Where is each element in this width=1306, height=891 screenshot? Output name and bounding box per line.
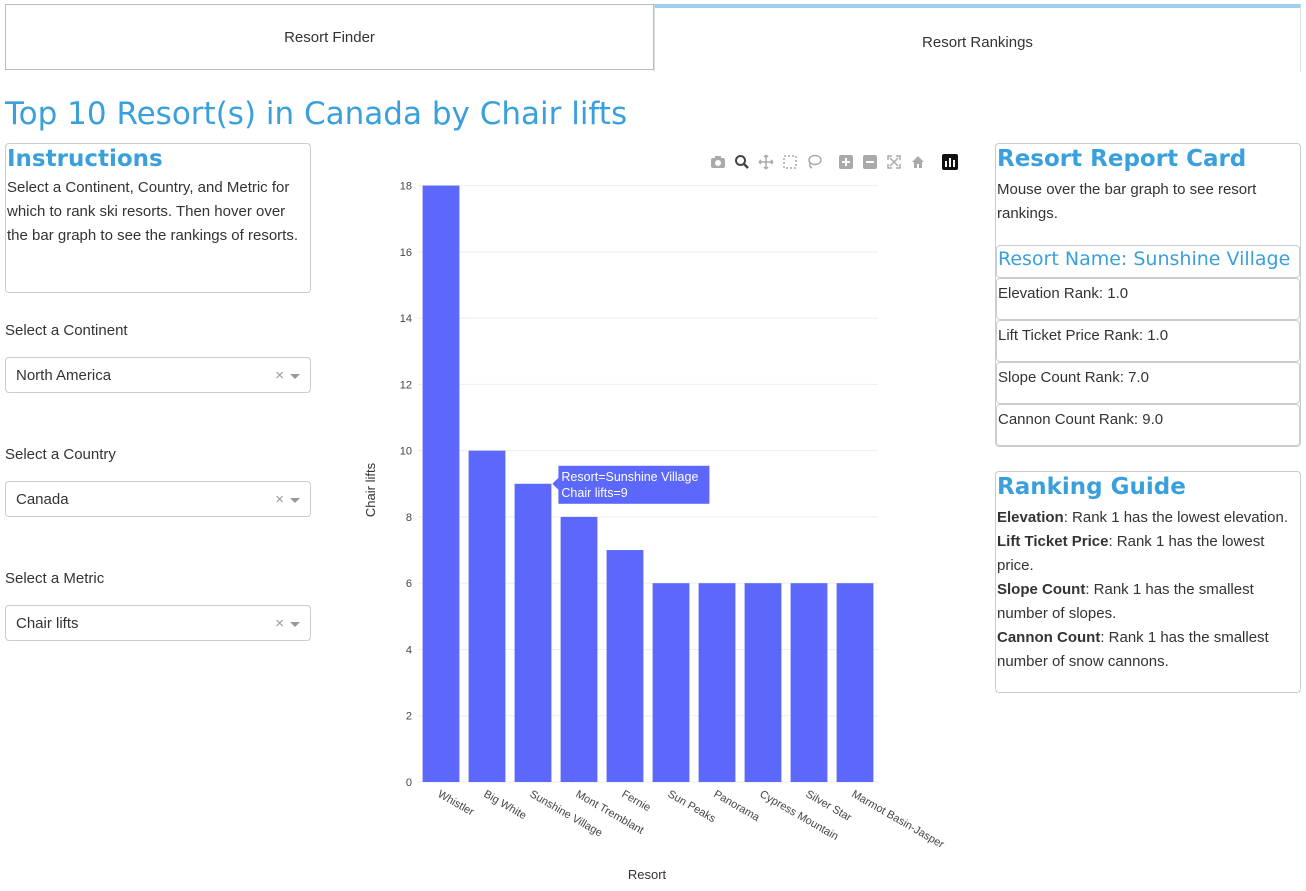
chevron-down-icon[interactable] — [290, 622, 300, 627]
zoom-in-icon[interactable] — [834, 152, 858, 172]
x-tick-label: Fernie — [620, 788, 653, 814]
bar-panorama[interactable] — [698, 583, 736, 782]
tab-resort-finder[interactable]: Resort Finder — [5, 4, 654, 70]
guide-item-elevation: Elevation: Rank 1 has the lowest elevati… — [997, 509, 1288, 526]
y-tick-label: 14 — [400, 313, 412, 325]
plotly-logo-icon[interactable] — [938, 152, 962, 172]
x-tick-label: Panorama — [712, 788, 763, 824]
bar-whistler[interactable] — [422, 185, 460, 782]
autoscale-icon[interactable] — [882, 152, 906, 172]
bar-silver-star[interactable] — [790, 583, 828, 782]
zoom-out-icon[interactable] — [858, 152, 882, 172]
clear-icon[interactable]: × — [275, 491, 284, 508]
camera-icon[interactable] — [706, 152, 730, 172]
y-tick-label: 18 — [400, 181, 412, 193]
resort-report-card: Resort Report Card Mouse over the bar gr… — [995, 143, 1301, 447]
metric-label: Select a Metric — [5, 570, 105, 587]
guide-text: Elevation: Rank 1 has the lowest elevati… — [997, 506, 1299, 674]
y-axis-title: Chair lifts — [363, 462, 378, 517]
chevron-down-icon[interactable] — [290, 498, 300, 503]
bar-big-white[interactable] — [468, 450, 506, 782]
bar-chart[interactable]: 024681012141618Whistler Big White Sunshine… — [340, 175, 960, 887]
y-tick-label: 16 — [400, 247, 412, 259]
tab-bar: Resort Finder Resort Rankings — [5, 4, 1301, 72]
guide-item-slope-count: Slope Count: Rank 1 has the smallest num… — [997, 581, 1254, 622]
tooltip-line2: Chair lifts=9 — [561, 486, 627, 500]
report-card-title: Resort Report Card — [997, 146, 1247, 172]
tab-resort-rankings[interactable]: Resort Rankings — [654, 4, 1301, 72]
instructions-text: Select a Continent, Country, and Metric … — [7, 179, 298, 244]
bar-fernie[interactable] — [606, 550, 644, 782]
continent-label: Select a Continent — [5, 322, 128, 339]
country-label: Select a Country — [5, 446, 116, 463]
y-tick-label: 10 — [400, 446, 412, 458]
x-axis-title: Resort — [628, 867, 667, 882]
instructions-panel: Instructions Select a Continent, Country… — [5, 143, 311, 293]
bar-sunshine-village[interactable] — [514, 483, 552, 782]
instructions-title: Instructions — [7, 146, 163, 172]
lift-ticket-price-rank: Lift Ticket Price Rank: 1.0 — [996, 320, 1300, 362]
x-tick-label: Sun Peaks — [666, 788, 719, 825]
chevron-down-icon[interactable] — [290, 374, 300, 379]
guide-item-lift-ticket-price: Lift Ticket Price: Rank 1 has the lowest… — [997, 533, 1265, 574]
box-select-icon[interactable] — [778, 152, 802, 172]
cannon-count-rank: Cannon Count Rank: 9.0 — [996, 404, 1300, 446]
tooltip-pointer — [552, 477, 559, 490]
y-tick-label: 2 — [406, 711, 412, 723]
zoom-icon[interactable] — [730, 152, 754, 172]
chart-modebar — [706, 152, 962, 172]
ranking-guide-title: Ranking Guide — [997, 474, 1186, 500]
x-tick-label: Whistler — [436, 788, 477, 818]
reset-axes-icon[interactable] — [906, 152, 930, 172]
lasso-icon[interactable] — [802, 152, 826, 172]
y-tick-label: 8 — [406, 512, 412, 524]
y-tick-label: 0 — [406, 777, 412, 789]
bar-marmot-basin-jasper[interactable] — [836, 583, 874, 782]
slope-count-rank: Slope Count Rank: 7.0 — [996, 362, 1300, 404]
bar-sun-peaks[interactable] — [652, 583, 690, 782]
report-card-hint: Mouse over the bar graph to see resort r… — [997, 181, 1257, 222]
metric-select[interactable]: Chair lifts × — [5, 605, 311, 641]
bar-cypress-mountain[interactable] — [744, 583, 782, 782]
country-value: Canada — [16, 490, 69, 508]
x-tick-label: Marmot Basin-Jasper — [850, 788, 947, 851]
clear-icon[interactable]: × — [275, 615, 284, 632]
pan-icon[interactable] — [754, 152, 778, 172]
guide-item-cannon-count: Cannon Count: Rank 1 has the smallest nu… — [997, 629, 1269, 670]
metric-value: Chair lifts — [16, 614, 79, 632]
clear-icon[interactable]: × — [275, 367, 284, 384]
page-title: Top 10 Resort(s) in Canada by Chair lift… — [5, 96, 628, 132]
elevation-rank: Elevation Rank: 1.0 — [996, 278, 1300, 320]
x-tick-label: Big White — [482, 788, 529, 822]
country-select[interactable]: Canada × — [5, 481, 311, 517]
resort-name: Resort Name: Sunshine Village — [996, 245, 1300, 278]
y-tick-label: 6 — [406, 578, 412, 590]
ranking-guide-panel: Ranking Guide Elevation: Rank 1 has the … — [995, 471, 1301, 693]
y-tick-label: 12 — [400, 379, 412, 391]
y-tick-label: 4 — [406, 644, 412, 656]
bar-mont-tremblant[interactable] — [560, 516, 598, 782]
continent-select[interactable]: North America × — [5, 357, 311, 393]
tooltip-line1: Resort=Sunshine Village — [561, 470, 698, 484]
x-tick-label: Cypress Mountain — [758, 788, 841, 843]
continent-value: North America — [16, 366, 112, 384]
